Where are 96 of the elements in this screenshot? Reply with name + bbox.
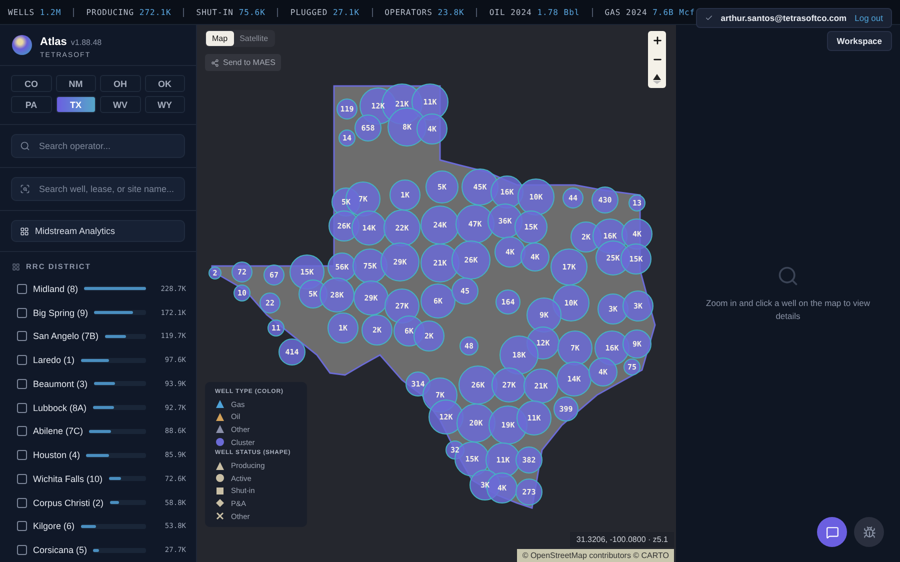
district-name: San Angelo (7B) — [33, 331, 99, 342]
cluster-circle[interactable] — [622, 290, 654, 322]
checkbox[interactable] — [17, 284, 27, 294]
state-tab[interactable]: CO — [11, 75, 52, 92]
checkbox[interactable] — [17, 355, 27, 366]
midstream-analytics-button[interactable]: Midstream Analytics — [11, 220, 185, 242]
cluster-circle[interactable] — [620, 244, 652, 274]
district-name: Beaumont (3) — [33, 378, 88, 389]
legend-shape-icon — [215, 460, 225, 471]
district-name: Wichita Falls (10) — [33, 474, 103, 484]
send-button[interactable]: Send to MAES — [205, 54, 282, 71]
cluster-circle[interactable] — [416, 114, 448, 144]
cluster-circle[interactable] — [264, 264, 284, 286]
operator-search-field[interactable]: Search operator... — [11, 134, 185, 158]
cluster-circle[interactable] — [268, 320, 284, 336]
checkbox[interactable] — [17, 474, 27, 484]
district-name: Corpus Christi (2) — [33, 498, 104, 508]
operator-search-input[interactable]: Search operator... — [37, 140, 176, 152]
stat-text: OIL 2024 1.78 Bbl — [489, 8, 580, 16]
state-tab[interactable]: TX — [56, 96, 96, 113]
checkbox[interactable] — [17, 308, 27, 318]
legend-shape-icon — [215, 498, 225, 508]
district-name: Lubbock (8A) — [33, 402, 87, 413]
cluster-circle[interactable] — [624, 358, 640, 376]
cluster-circle[interactable] — [628, 194, 646, 212]
district-name: Laredo (1) — [33, 355, 75, 366]
district-name: Kilgore (6) — [33, 521, 75, 532]
cluster-circle[interactable] — [554, 396, 578, 422]
bug-report-button[interactable] — [854, 517, 884, 547]
stat-text: PLUGGED 27.1K — [290, 8, 360, 16]
cluster-circle[interactable] — [516, 446, 542, 474]
state-tab[interactable]: PA — [11, 96, 52, 113]
stat-text: PRODUCING 272.1K — [86, 8, 172, 16]
state-tab[interactable]: NM — [56, 75, 96, 92]
empty-state-message: Zoom in and click a well on the map to view details — [705, 296, 871, 322]
cluster-circle[interactable] — [592, 186, 618, 214]
stat-text: GAS 2024 7.6B Mcf — [604, 8, 696, 16]
checkbox[interactable] — [17, 545, 27, 556]
bug-icon — [862, 526, 876, 538]
app-name: Atlas — [40, 36, 67, 48]
workspace-button[interactable]: Workspace — [826, 31, 892, 51]
legend-symbol-icon — [215, 399, 225, 410]
cluster-circle[interactable] — [232, 262, 252, 282]
chat-button[interactable] — [817, 517, 847, 547]
user-email: arthur.santos@tetrasoftco.com — [720, 13, 847, 23]
version-text: v1.88.48 — [70, 38, 102, 46]
cluster-circle[interactable] — [278, 338, 306, 366]
cluster-circle[interactable] — [518, 178, 554, 216]
cluster-circle[interactable] — [208, 266, 222, 280]
search-icon — [20, 141, 30, 151]
stat-text: SHUT-IN 75.6K — [196, 8, 266, 16]
state-tab[interactable]: OH — [100, 75, 140, 92]
state-tab[interactable]: WV — [100, 96, 140, 113]
checkbox[interactable] — [17, 402, 27, 413]
coordinates-readout: 31.3206, -100.0800 · z5.1 — [570, 532, 674, 547]
checkbox[interactable] — [17, 498, 27, 508]
scan-icon — [20, 184, 30, 194]
site-search-input[interactable]: Search well, lease, or site name... — [37, 183, 176, 195]
check-icon — [704, 14, 713, 22]
cluster-circle[interactable] — [234, 284, 250, 302]
cluster-circle[interactable] — [516, 478, 542, 506]
district-name: Houston (4) — [33, 450, 80, 460]
legend-shape-icon — [215, 511, 225, 522]
state-tab[interactable]: WY — [144, 96, 185, 113]
cluster-circle[interactable] — [260, 292, 280, 314]
district-name: Big Spring (9) — [33, 308, 88, 318]
search-icon — [777, 264, 799, 287]
stat-text: OPERATORS 23.8K — [384, 8, 464, 16]
legend-shape-icon — [215, 486, 225, 496]
state-tab[interactable]: OK — [144, 75, 185, 92]
checkbox[interactable] — [17, 378, 27, 389]
site-search-field[interactable]: Search well, lease, or site name... — [11, 177, 185, 201]
stat-text: WELLS 1.2M — [8, 8, 62, 16]
grid-icon — [12, 262, 20, 270]
checkbox[interactable] — [17, 521, 27, 532]
plus-icon — [652, 35, 662, 46]
district-name: Midland (8) — [33, 284, 78, 294]
legend-symbol-icon — [215, 424, 225, 434]
checkbox[interactable] — [17, 426, 27, 436]
cluster-circle[interactable] — [622, 330, 652, 358]
legend-symbol-icon — [215, 412, 225, 422]
legend-shape-icon — [215, 473, 225, 484]
legend-symbol-icon — [215, 437, 225, 448]
checkbox[interactable] — [17, 331, 27, 342]
compass-icon — [653, 74, 661, 84]
map-attribution: © OpenStreetMap contributors © CARTO — [517, 549, 674, 562]
grid-icon — [20, 226, 29, 236]
globe-logo-icon — [12, 35, 32, 55]
district-name: Corsicana (5) — [33, 545, 88, 556]
view-mode-tab[interactable]: Satellite — [234, 31, 274, 46]
logout-link[interactable]: Log out — [854, 13, 883, 23]
view-mode-tab[interactable]: Map — [206, 31, 234, 46]
district-name: Abilene (7C) — [33, 426, 84, 436]
chat-icon — [826, 526, 838, 538]
checkbox[interactable] — [17, 450, 27, 460]
share-icon — [211, 58, 219, 66]
